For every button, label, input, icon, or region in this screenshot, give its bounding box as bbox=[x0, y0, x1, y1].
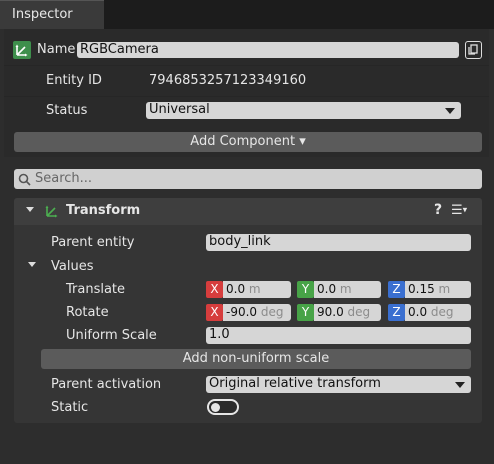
translate-z-field[interactable]: 0.15 m bbox=[405, 281, 471, 298]
copy-icon[interactable] bbox=[465, 41, 482, 59]
transform-icon bbox=[43, 202, 61, 220]
parent-activation-value: Original relative transform bbox=[209, 376, 381, 391]
values-label: Values bbox=[51, 259, 94, 274]
uniform-scale-label: Uniform Scale bbox=[66, 328, 157, 343]
translate-y-field[interactable]: 0.0 m bbox=[314, 281, 381, 298]
status-select[interactable]: Universal bbox=[146, 102, 461, 119]
values-collapse-icon[interactable] bbox=[28, 262, 36, 267]
entity-transform-icon bbox=[13, 41, 31, 59]
menu-icon: ☰ bbox=[451, 203, 463, 218]
search-placeholder: Search... bbox=[35, 171, 93, 186]
help-button[interactable]: ? bbox=[434, 202, 442, 218]
search-icon bbox=[18, 173, 31, 186]
status-label: Status bbox=[46, 103, 88, 118]
static-label: Static bbox=[51, 400, 89, 415]
add-nonuniform-scale-button[interactable]: Add non-uniform scale bbox=[41, 349, 471, 369]
entity-id-label: Entity ID bbox=[46, 73, 102, 88]
chevron-down-icon bbox=[455, 382, 465, 388]
rotate-z-badge: Z bbox=[388, 304, 405, 321]
rotate-x-field[interactable]: -90.0 deg bbox=[223, 304, 291, 321]
status-select-value: Universal bbox=[149, 102, 210, 117]
tab-inspector-label: Inspector bbox=[12, 7, 73, 22]
uniform-scale-field[interactable]: 1.0 bbox=[206, 327, 471, 344]
component-menu-button[interactable]: ☰▾ bbox=[451, 203, 467, 218]
divider bbox=[4, 65, 489, 66]
translate-y-badge: Y bbox=[297, 281, 314, 298]
name-label: Name bbox=[37, 42, 76, 57]
translate-label: Translate bbox=[66, 282, 126, 297]
parent-entity-label: Parent entity bbox=[51, 235, 135, 250]
translate-x-field[interactable]: 0.0 m bbox=[223, 281, 291, 298]
rotate-label: Rotate bbox=[66, 305, 109, 320]
add-component-button[interactable]: Add Component ▾ bbox=[14, 132, 482, 152]
search-input[interactable]: Search... bbox=[14, 169, 482, 189]
collapse-arrow-icon[interactable] bbox=[26, 207, 34, 212]
translate-x-badge: X bbox=[206, 281, 223, 298]
rotate-z-field[interactable]: 0.0 deg bbox=[405, 304, 471, 321]
static-toggle[interactable] bbox=[207, 399, 239, 415]
toggle-knob bbox=[211, 403, 220, 412]
tab-inspector[interactable]: Inspector bbox=[0, 0, 104, 29]
divider bbox=[4, 96, 489, 97]
rotate-y-field[interactable]: 90.0 deg bbox=[314, 304, 381, 321]
translate-z-badge: Z bbox=[388, 281, 405, 298]
name-field[interactable]: RGBCamera bbox=[77, 42, 459, 58]
parent-activation-label: Parent activation bbox=[51, 377, 162, 392]
transform-title: Transform bbox=[66, 203, 141, 218]
parent-entity-field[interactable]: body_link bbox=[206, 234, 471, 251]
rotate-y-badge: Y bbox=[297, 304, 314, 321]
chevron-down-icon bbox=[445, 108, 455, 114]
entity-id-value: 7946853257123349160 bbox=[149, 73, 307, 88]
rotate-x-badge: X bbox=[206, 304, 223, 321]
parent-activation-select[interactable]: Original relative transform bbox=[206, 376, 471, 393]
